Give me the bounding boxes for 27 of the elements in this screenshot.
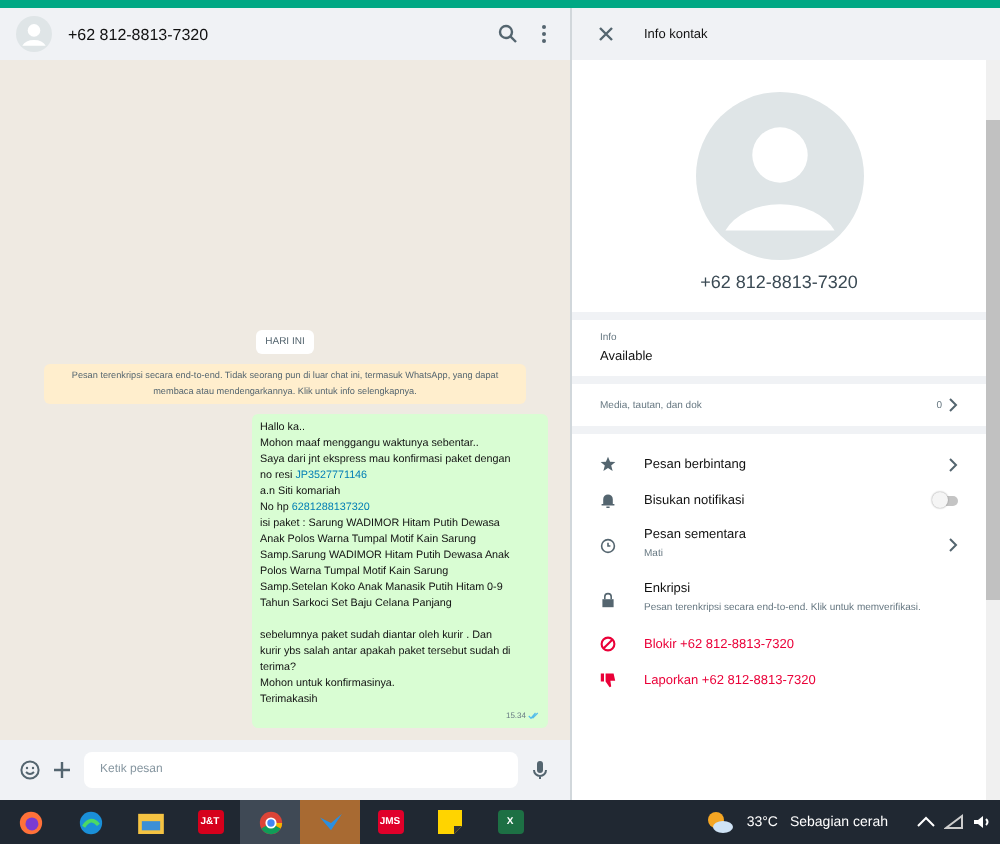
search-icon[interactable]: [498, 24, 518, 44]
lock-icon: [600, 591, 616, 607]
clock-icon: [600, 537, 616, 553]
scrollbar-thumb[interactable]: [986, 120, 1000, 600]
browser-icon[interactable]: [257, 809, 283, 835]
chevron-up-icon[interactable]: [916, 814, 936, 830]
plus-icon[interactable]: [52, 760, 72, 780]
network-icon[interactable]: [944, 814, 964, 830]
folder-icon[interactable]: [137, 811, 163, 833]
browser-icon[interactable]: [77, 809, 103, 835]
chevron-right-icon: [948, 538, 958, 552]
weather-icon[interactable]: [706, 810, 735, 834]
avatar-icon: [695, 92, 863, 260]
toggle-switch[interactable]: [934, 495, 958, 505]
sticky-note-icon[interactable]: [438, 810, 462, 834]
microphone-icon[interactable]: [530, 760, 550, 780]
chevron-right-icon: [948, 398, 958, 412]
contact-phone: +62 812-8813-7320: [700, 272, 858, 292]
emoji-icon[interactable]: [20, 760, 40, 780]
close-icon[interactable]: [596, 24, 616, 44]
chevron-right-icon: [948, 457, 958, 471]
speaker-icon[interactable]: [972, 814, 992, 830]
browser-icon[interactable]: [17, 809, 43, 835]
bell-icon: [600, 492, 616, 508]
thumbs-down-icon: [600, 672, 616, 688]
star-icon: [600, 456, 616, 472]
block-icon: [600, 636, 616, 652]
